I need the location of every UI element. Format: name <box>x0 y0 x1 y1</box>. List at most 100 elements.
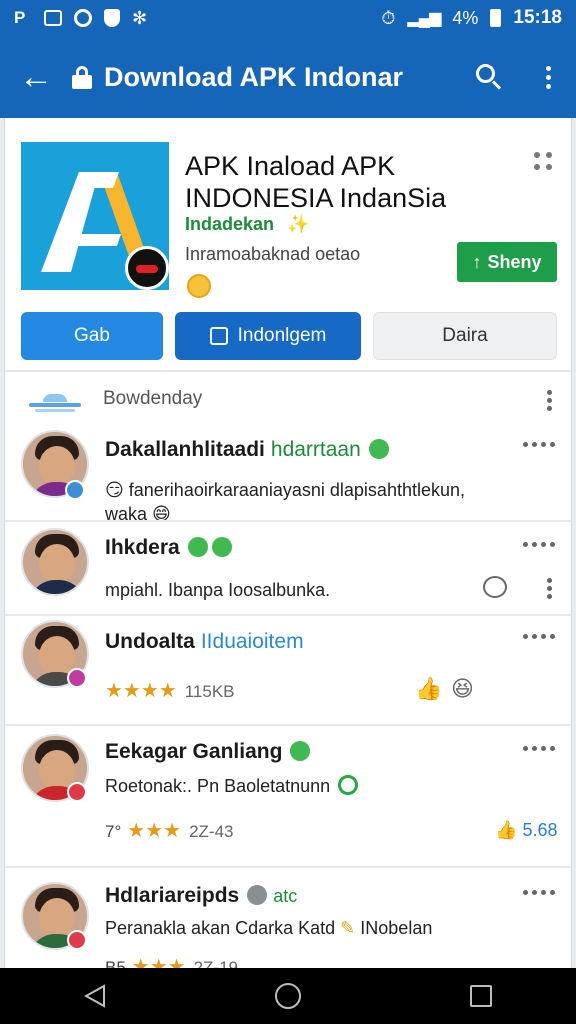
rating-stars: ★★★★ <box>105 680 177 702</box>
status-ring-icon <box>338 775 359 795</box>
app-logo[interactable] <box>21 142 169 290</box>
app-description: Inramoabaknad oetao <box>185 244 361 264</box>
post-text: Peranakla akan Cdarka Katd ✎ INobelan <box>105 916 545 940</box>
comment-icon[interactable] <box>483 576 507 598</box>
rating-prefix: 7° <box>105 822 122 841</box>
avatar[interactable] <box>21 528 89 596</box>
search-icon <box>476 64 502 90</box>
header-menu-icon[interactable] <box>534 152 554 170</box>
laugh-emoji-icon[interactable]: 😆 <box>451 676 474 702</box>
content-card: APK Inaload APK INDONESIA IndanSia Indad… <box>4 118 572 968</box>
nav-recents-icon[interactable] <box>469 985 492 1007</box>
rating-row: ★★★★ 115KB <box>105 678 235 703</box>
app-developer[interactable]: Indadekan ✨ <box>185 214 309 235</box>
post-text: 😏 fanerihaoirkaraaniayasni dlapisahthtle… <box>105 478 505 526</box>
post-menu-icon[interactable] <box>523 746 555 751</box>
post-text-body: Peranakla akan Cdarka Katd <box>105 918 336 938</box>
post-text-tail: INobelan <box>360 918 433 938</box>
rating-count: 115KB <box>184 682 235 701</box>
post-author[interactable]: Ihkdera <box>105 536 232 560</box>
tab-row: Gab Indonlgem Daira <box>21 312 557 360</box>
app-badge <box>125 246 169 290</box>
post-separator <box>5 520 571 522</box>
post-action-menu-icon[interactable] <box>547 578 552 599</box>
upload-icon: ↑ <box>472 251 482 272</box>
page-title: Download APK Indonar <box>104 61 403 92</box>
post-author-name: Ihkdera <box>105 536 180 559</box>
app-header: APK Inaload APK INDONESIA IndanSia Indad… <box>21 142 561 298</box>
verified-icon <box>187 537 208 557</box>
emoji-icon <box>187 274 211 298</box>
post-author[interactable]: Hdlariareipds atc <box>105 884 297 908</box>
system-nav-bar <box>0 968 576 1024</box>
post-menu-icon[interactable] <box>523 634 555 639</box>
tab-label: Indonlgem <box>237 325 327 346</box>
avatar-badge <box>67 782 87 802</box>
post-separator <box>5 866 571 868</box>
section-menu-icon[interactable] <box>547 390 552 411</box>
post-author-tag: atc <box>273 886 298 906</box>
app-developer-name: Indadekan <box>185 214 275 234</box>
post-author-name: Undoalta <box>105 630 195 653</box>
nav-home-icon[interactable] <box>274 983 301 1009</box>
status-bar: P ✻ ⏱ ▂▄▆ 4% 15:18 <box>0 0 576 36</box>
arrow-back-icon[interactable]: ← <box>0 58 72 97</box>
more-vert-icon[interactable] <box>520 65 576 89</box>
signal-icon: ▂▄▆ <box>407 10 441 27</box>
verified-icon <box>290 741 311 761</box>
rating-stars: ★★★ <box>127 820 182 842</box>
post-text: mpiahl. Ibanpa Ioosalbunka. <box>105 580 331 600</box>
post-author[interactable]: Dakallanhlitaadi hdarrtaan <box>105 438 389 462</box>
avatar-badge <box>65 480 85 500</box>
post-separator <box>5 724 571 726</box>
app-bar: ← Download APK Indonar <box>0 36 576 118</box>
search-button[interactable] <box>458 64 520 90</box>
thumbs-up-icon[interactable]: 👍 <box>415 676 442 702</box>
post-author-tag: IIduaioitem <box>200 630 304 653</box>
tab-label: Daira <box>442 325 488 346</box>
post-menu-icon[interactable] <box>523 890 555 895</box>
post-text-body: Roetonak:. Pn Baoletatnunn <box>105 776 331 796</box>
nav-back-icon[interactable] <box>84 984 106 1008</box>
post-author[interactable]: Undoalta IIduaioitem <box>105 630 304 654</box>
post-separator <box>5 614 571 616</box>
battery-percent: 4% <box>452 7 479 28</box>
sparkle-icon: ✨ <box>287 214 310 234</box>
post-menu-icon[interactable] <box>523 442 555 447</box>
install-button[interactable]: ↑ Sheny <box>457 242 557 282</box>
sync-icon <box>74 9 92 27</box>
post-text: Roetonak:. Pn Baoletatnunn <box>105 774 525 798</box>
app-title: APK Inaload APK INDONESIA IndanSia <box>185 151 447 213</box>
section-label: Bowdenday <box>103 388 203 409</box>
verified-icon <box>368 439 389 459</box>
pencil-icon: ✎ <box>340 918 356 938</box>
status-time: 15:18 <box>513 7 562 28</box>
tab-3[interactable]: Daira <box>373 312 557 360</box>
post-author-name: Hdlariareipds <box>105 884 240 907</box>
notification-icon: P <box>14 8 26 27</box>
avatar-badge <box>67 668 87 688</box>
image-icon <box>44 10 62 26</box>
post-author[interactable]: Eekagar Ganliang <box>105 740 311 764</box>
share-icon <box>211 537 232 557</box>
tab-1[interactable]: Gab <box>21 312 163 360</box>
settings-icon: ✻ <box>132 8 148 28</box>
post-author-tag: hdarrtaan <box>270 438 361 461</box>
rating-prefix: B5 <box>105 958 126 968</box>
square-icon <box>209 327 228 345</box>
rating-stars: ★★★ <box>131 956 186 968</box>
tab-label: Gab <box>74 325 110 346</box>
tab-2[interactable]: Indonlgem <box>175 312 361 360</box>
status-left: P ✻ <box>14 9 150 27</box>
like-button[interactable]: 👍 5.68 <box>495 820 557 841</box>
avatar-badge <box>67 930 87 950</box>
rating-row: B5 ★★★ 2Z-19 <box>105 954 238 968</box>
shield-icon <box>104 9 120 27</box>
post-menu-icon[interactable] <box>523 542 555 547</box>
post-author-name: Dakallanhlitaadi <box>105 438 265 461</box>
like-count: 5.68 <box>522 820 558 840</box>
install-label: Sheny <box>487 251 542 272</box>
status-right: ⏱ ▂▄▆ 4% 15:18 <box>381 7 562 29</box>
alarm-icon: ⏱ <box>381 7 396 28</box>
post-author-name: Eekagar Ganliang <box>105 740 283 763</box>
